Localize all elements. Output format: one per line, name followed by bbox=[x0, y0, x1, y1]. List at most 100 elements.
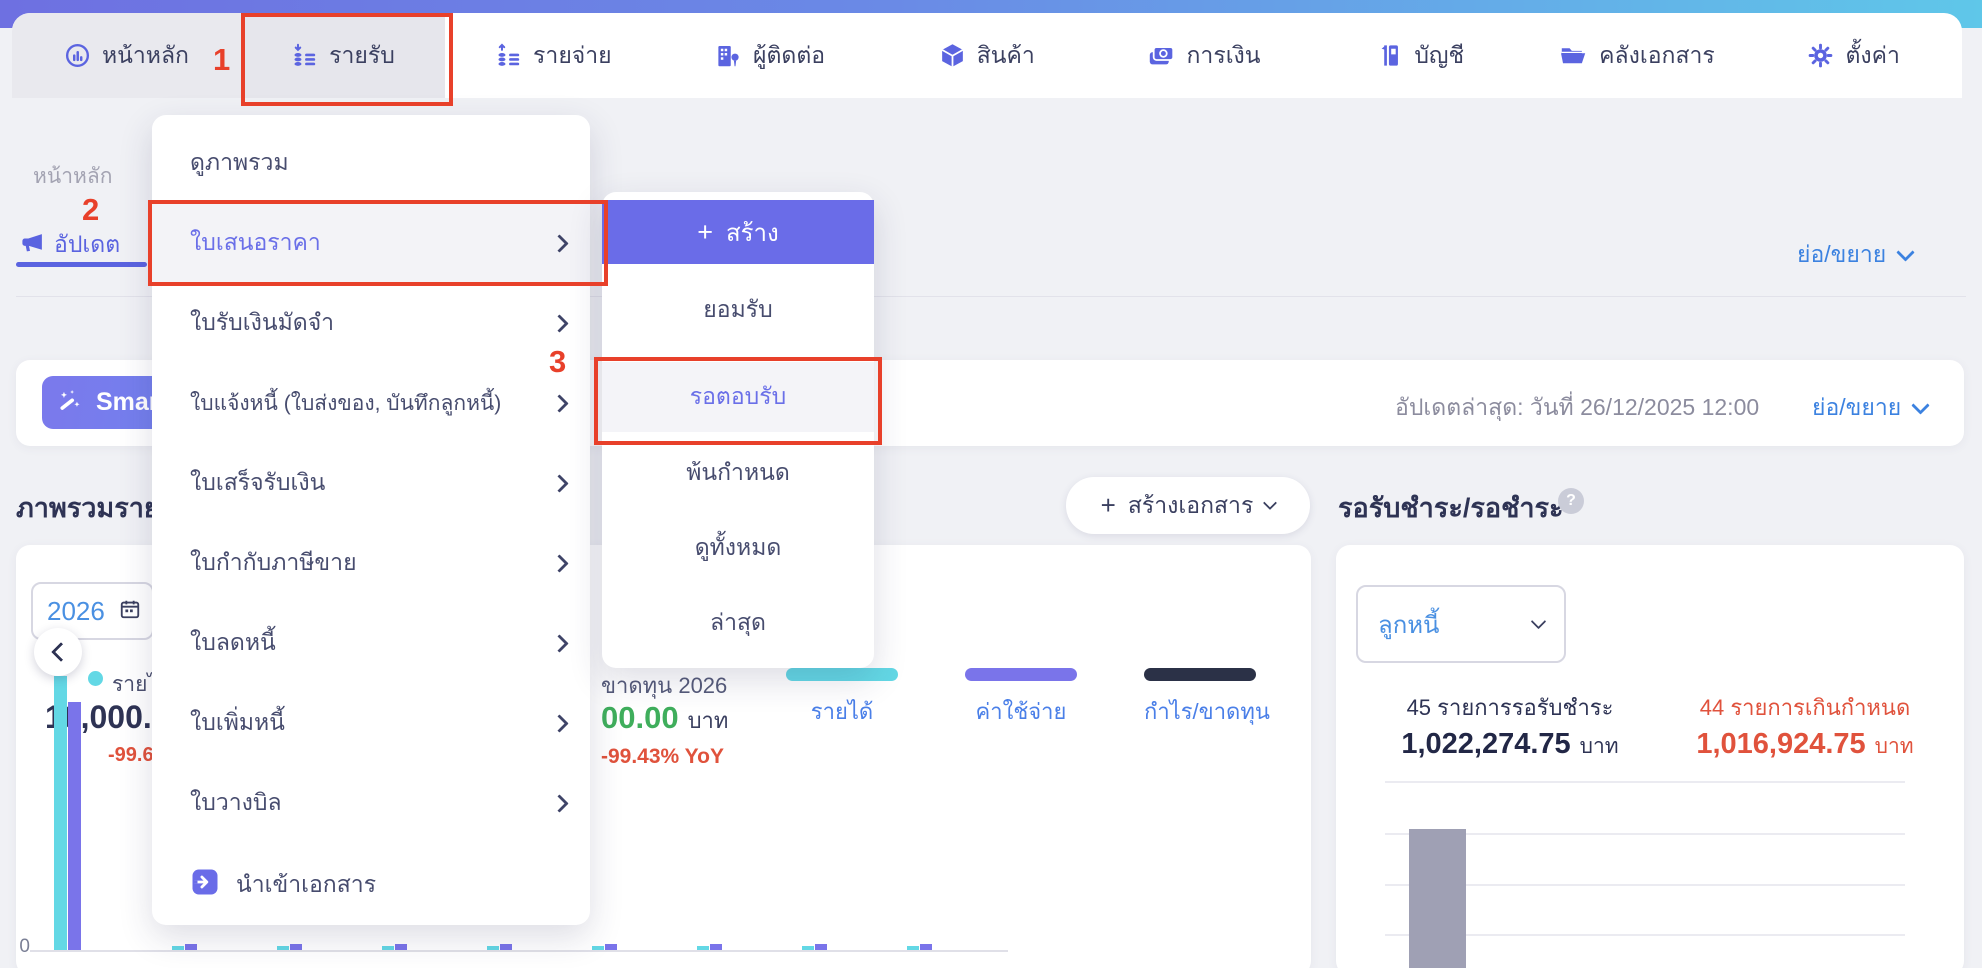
mini-bar bbox=[487, 946, 499, 950]
nav-label: บัญชี bbox=[1414, 38, 1464, 74]
mini-bar bbox=[395, 944, 407, 950]
mini-bar bbox=[500, 944, 512, 950]
submenu-item-latest[interactable]: ล่าสุด bbox=[602, 587, 874, 659]
overdue-unit: บาท bbox=[1875, 730, 1914, 763]
menu-item-label: ใบกำกับภาษีขาย bbox=[190, 545, 357, 581]
nav-item-home[interactable]: หน้าหลัก bbox=[12, 13, 241, 98]
submenu-item-label: ยอมรับ bbox=[703, 292, 772, 328]
mini-bar bbox=[172, 946, 184, 950]
submenu-item-label: พ้นกำหนด bbox=[686, 455, 790, 491]
submenu-item-overdue[interactable]: พ้นกำหนด bbox=[602, 437, 874, 509]
chevron-left-icon bbox=[51, 642, 71, 662]
menu-item-invoice[interactable]: ใบแจ้งหนี้ (ใบส่งของ, บันทึกลูกหนี้) bbox=[152, 363, 590, 443]
menu-item-label: ดูภาพรวม bbox=[190, 145, 289, 181]
nav-item-income[interactable]: รายรับ bbox=[241, 13, 445, 98]
collapse-expand-label: ย่อ/ขยาย bbox=[1797, 237, 1886, 273]
nav-item-expense[interactable]: รายจ่าย bbox=[445, 13, 662, 98]
tab-update[interactable]: อัปเดต bbox=[20, 227, 120, 263]
loss-value-row: 00.00 บาท bbox=[601, 700, 728, 738]
menu-item-label: ใบแจ้งหนี้ (ใบส่งของ, บันทึกลูกหนี้) bbox=[190, 387, 501, 420]
axis-zero-label: 0 bbox=[12, 936, 30, 958]
loss-unit: บาท bbox=[688, 703, 729, 738]
menu-item-receipt[interactable]: ใบเสร็จรับเงิน bbox=[152, 443, 590, 523]
chevron-right-icon bbox=[550, 234, 568, 252]
contacts-icon bbox=[715, 42, 742, 69]
submenu-item-view-all[interactable]: ดูทั้งหมด bbox=[602, 512, 874, 584]
menu-item-label: ใบเสร็จรับเงิน bbox=[190, 465, 325, 501]
menu-item-billing-note[interactable]: ใบวางบิล bbox=[152, 763, 590, 843]
nav-label: รายรับ bbox=[329, 38, 395, 74]
chevron-right-icon bbox=[550, 794, 568, 812]
revenue-dot-icon bbox=[88, 671, 103, 686]
menu-item-debit-note[interactable]: ใบเพิ่มหนี้ bbox=[152, 683, 590, 763]
legend-pill-revenue bbox=[786, 668, 898, 681]
chevron-right-icon bbox=[550, 714, 568, 732]
debtor-filter-select[interactable]: ลูกหนี้ bbox=[1356, 585, 1566, 663]
nav-label: สินค้า bbox=[977, 38, 1035, 74]
gridline bbox=[1385, 781, 1905, 783]
nav-label: หน้าหลัก bbox=[102, 38, 189, 74]
settings-icon bbox=[1807, 42, 1834, 69]
menu-item-import-documents[interactable]: นำเข้าเอกสาร bbox=[152, 845, 590, 925]
banner-collapse-expand[interactable]: ย่อ/ขยาย bbox=[1812, 390, 1927, 426]
menu-item-overview[interactable]: ดูภาพรวม bbox=[152, 123, 590, 203]
legend-pill-profit bbox=[1144, 668, 1256, 681]
smart-button-label: Smar bbox=[96, 388, 159, 417]
last-updated-text: อัปเดตล่าสุด: วันที่ 26/12/2025 12:00 bbox=[1395, 390, 1759, 426]
page-collapse-expand[interactable]: ย่อ/ขยาย bbox=[1797, 237, 1912, 273]
nav-item-contacts[interactable]: ผู้ติดต่อ bbox=[662, 13, 879, 98]
nav-item-products[interactable]: สินค้า bbox=[878, 13, 1095, 98]
legend-label-profit[interactable]: กำไร/ขาดทุน bbox=[1144, 694, 1256, 729]
step-2-number: 2 bbox=[82, 192, 99, 228]
nav-item-documents[interactable]: คลังเอกสาร bbox=[1529, 13, 1746, 98]
mini-bar bbox=[290, 944, 302, 950]
menu-item-label: ใบเพิ่มหนี้ bbox=[190, 705, 285, 741]
submenu-item-accepted[interactable]: ยอมรับ bbox=[602, 274, 874, 346]
carousel-prev-button[interactable] bbox=[34, 628, 82, 676]
income-dropdown-menu: ดูภาพรวม ใบเสนอราคา ใบรับเงินมัดจำ ใบแจ้… bbox=[152, 115, 590, 925]
nav-item-settings[interactable]: ตั้งค่า bbox=[1745, 13, 1962, 98]
nav-label: ผู้ติดต่อ bbox=[753, 38, 825, 74]
expense-icon bbox=[495, 42, 522, 69]
mini-bar bbox=[710, 944, 722, 950]
loss-value: 00.00 bbox=[601, 700, 679, 736]
pending-count-label: 45 รายการรอรับชำระ bbox=[1370, 690, 1650, 725]
submenu-create-label: สร้าง bbox=[726, 213, 779, 252]
step-3-number: 3 bbox=[549, 344, 566, 380]
menu-item-tax-invoice[interactable]: ใบกำกับภาษีขาย bbox=[152, 523, 590, 603]
nav-label: รายจ่าย bbox=[533, 38, 612, 74]
legend-label-revenue[interactable]: รายได้ bbox=[786, 694, 898, 729]
submenu-item-awaiting-response[interactable]: รอตอบรับ bbox=[602, 362, 874, 432]
breadcrumb[interactable]: หน้าหลัก bbox=[33, 160, 112, 193]
loss-title: ขาดทุน 2026 bbox=[601, 668, 727, 703]
menu-item-deposit-receipt[interactable]: ใบรับเงินมัดจำ bbox=[152, 283, 590, 363]
menu-item-credit-note[interactable]: ใบลดหนี้ bbox=[152, 603, 590, 683]
mini-bar bbox=[815, 944, 827, 950]
gauge-icon bbox=[64, 42, 91, 69]
create-document-label: สร้างเอกสาร bbox=[1128, 488, 1253, 524]
chart-baseline bbox=[30, 950, 1008, 952]
create-document-button[interactable]: + สร้างเอกสาร bbox=[1066, 477, 1310, 534]
mini-bar bbox=[697, 946, 709, 950]
submenu-create-button[interactable]: + สร้าง bbox=[602, 200, 874, 264]
legend-label-expense[interactable]: ค่าใช้จ่าย bbox=[965, 694, 1077, 729]
nav-item-finance[interactable]: การเงิน bbox=[1095, 13, 1312, 98]
menu-item-label: นำเข้าเอกสาร bbox=[236, 867, 376, 903]
pending-value: 1,022,274.75 bbox=[1401, 728, 1570, 761]
menu-item-label: ใบรับเงินมัดจำ bbox=[190, 305, 334, 341]
chevron-right-icon bbox=[550, 314, 568, 332]
mini-bar bbox=[592, 946, 604, 950]
menu-item-quotation[interactable]: ใบเสนอราคา bbox=[152, 203, 590, 283]
plus-icon: + bbox=[697, 217, 713, 248]
menu-item-label: ใบลดหนี้ bbox=[190, 625, 276, 661]
income-icon bbox=[291, 42, 318, 69]
receivables-section-title: รอรับชำระ/รอชำระ bbox=[1338, 486, 1564, 529]
tab-update-label: อัปเดต bbox=[54, 227, 120, 263]
nav-label: ตั้งค่า bbox=[1845, 38, 1899, 74]
revenue-delta: -99.6 bbox=[108, 744, 154, 767]
help-icon[interactable]: ? bbox=[1558, 488, 1584, 514]
nav-item-accounting[interactable]: บัญชี bbox=[1312, 13, 1529, 98]
mini-bar bbox=[605, 944, 617, 950]
loss-delta: -99.43% YoY bbox=[601, 745, 724, 769]
pending-unit: บาท bbox=[1580, 730, 1619, 763]
